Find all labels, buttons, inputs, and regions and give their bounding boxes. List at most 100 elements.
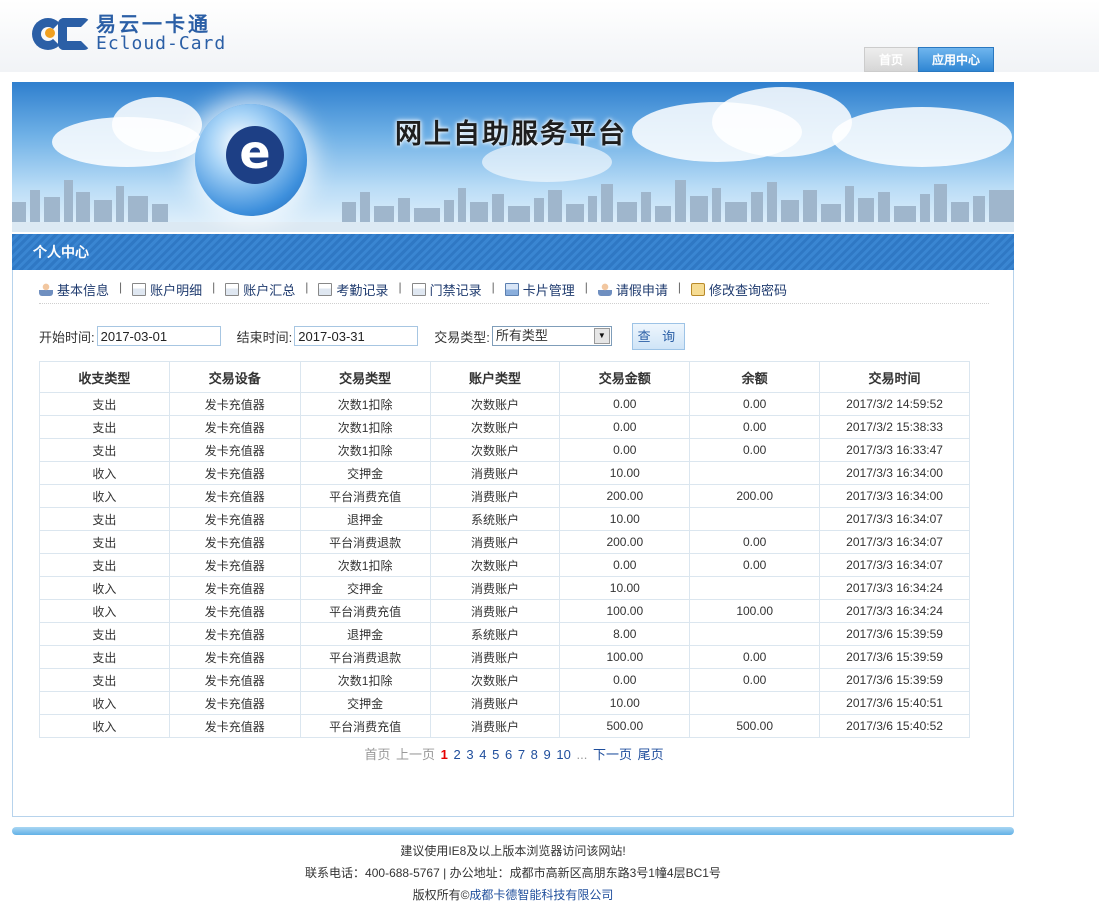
table-cell: 发卡充值器 [168,714,301,738]
table-cell: 退押金 [299,507,431,531]
menu-separator: | [491,280,495,294]
menu-leave-request[interactable]: 请假申请 [597,280,668,299]
table-cell [689,622,821,646]
table-cell: 收入 [39,691,170,715]
table-header-row: 收支类型 交易设备 交易类型 账户类型 交易金额 余额 交易时间 [39,361,970,393]
table-cell: 10.00 [559,461,691,485]
query-button[interactable]: 查 询 [631,322,685,350]
table-cell: 平台消费充值 [299,714,431,738]
pager-prev: 上一页 [396,747,436,762]
document-icon [132,283,147,296]
end-date-label: 结束时间: [236,329,293,345]
column-header: 交易类型 [299,361,431,393]
menu-label: 卡片管理 [522,283,575,298]
pager-last[interactable]: 尾页 [638,747,664,762]
transaction-type-value: 所有类型 [495,328,548,343]
pager-page[interactable]: 5 [492,747,499,762]
pager-page[interactable]: 8 [531,747,538,762]
column-header: 交易金额 [559,361,691,393]
menu-separator: | [584,280,588,294]
table-cell: 发卡充值器 [168,530,301,554]
table-cell: 2017/3/3 16:34:24 [819,599,970,623]
table-cell: 0.00 [689,415,821,439]
pager-page[interactable]: 6 [505,747,512,762]
table-cell: 0.00 [689,438,821,462]
table-row: 支出 发卡充值器 退押金 系统账户 8.00 2017/3/6 15:39:59 [39,622,970,646]
copyright: 版权所有©成都卡德智能科技有限公司 [12,884,1014,906]
table-cell: 100.00 [559,599,691,623]
pager-page[interactable]: 2 [454,747,461,762]
banner: e 网上自助服务平台 [12,82,1014,232]
user-icon [39,283,53,296]
nav-home-tab[interactable]: 首页 [864,47,918,72]
table-cell: 500.00 [559,714,691,738]
table-cell: 次数账户 [429,392,561,416]
table-cell: 发卡充值器 [168,392,301,416]
table-cell: 发卡充值器 [168,599,301,623]
table-cell: 消费账户 [429,576,561,600]
menu-account-detail[interactable]: 账户明细 [132,280,202,299]
table-cell: 支出 [39,415,170,439]
table-cell: 交押金 [299,576,431,600]
table-cell: 2017/3/6 15:40:52 [819,714,970,738]
menu-account-summary[interactable]: 账户汇总 [225,280,295,299]
table-cell [689,691,821,715]
table-cell: 100.00 [689,599,821,623]
menu-change-password[interactable]: 修改查询密码 [690,280,787,299]
table-cell: 发卡充值器 [168,691,301,715]
table-cell: 0.00 [559,392,691,416]
pager-page[interactable]: 7 [518,747,525,762]
end-date-input[interactable] [294,326,419,346]
start-date-input[interactable] [96,326,221,346]
table-cell: 发卡充值器 [168,461,301,485]
table-cell: 500.00 [689,714,821,738]
table-cell: 200.00 [689,484,821,508]
table-cell: 消费账户 [429,714,561,738]
pager-first: 首页 [364,747,391,762]
menu-basic-info[interactable]: 基本信息 [39,280,109,299]
table-cell: 支出 [39,530,170,554]
table-cell: 0.00 [559,553,691,577]
key-icon [690,283,705,296]
table-cell: 0.00 [559,438,691,462]
table-cell: 次数1扣除 [299,392,431,416]
table-cell: 2017/3/3 16:34:07 [819,553,970,577]
menu-separator: | [212,280,216,294]
menu-label: 账户汇总 [243,283,296,298]
table-cell: 100.00 [559,645,691,669]
table-cell: 0.00 [559,668,691,692]
dropdown-arrow-icon[interactable]: ▼ [593,328,610,344]
company-link[interactable]: 成都卡德智能科技有限公司 [469,888,613,902]
table-cell: 0.00 [559,415,691,439]
footer-divider [12,827,1014,835]
table-cell: 2017/3/6 15:40:51 [819,691,970,715]
menu-access-record[interactable]: 门禁记录 [411,280,482,299]
top-header: 易云一卡通 Ecloud-Card 首页 应用中心 [0,0,1099,72]
pager-page[interactable]: 3 [466,747,473,762]
pager-page[interactable]: 4 [479,747,486,762]
table-cell: 交押金 [299,691,431,715]
table-cell: 支出 [39,392,170,416]
pager-page[interactable]: 10 [556,747,570,762]
table-row: 支出 发卡充值器 次数1扣除 次数账户 0.00 0.00 2017/3/2 15:38:3… [39,415,970,439]
start-date-label: 开始时间: [39,329,95,345]
table-cell: 收入 [39,484,170,508]
menu-card-management[interactable]: 卡片管理 [504,280,575,299]
table-cell: 平台消费充值 [299,599,431,623]
pager-page[interactable]: 9 [544,747,551,762]
table-cell: 2017/3/3 16:34:07 [819,530,970,554]
nav-app-center-tab[interactable]: 应用中心 [918,47,994,72]
table-cell: 消费账户 [429,484,561,508]
table-row: 支出 发卡充值器 平台消费退款 消费账户 100.00 0.00 2017/3/6 15:3… [39,645,970,669]
copyright-prefix: 版权所有© [412,888,470,902]
menu-attendance-record[interactable]: 考勤记录 [318,280,388,299]
table-cell: 消费账户 [429,645,561,669]
table-cell: 消费账户 [429,461,561,485]
e-logo-icon: e [226,126,284,184]
transaction-type-select[interactable]: 所有类型 ▼ [491,326,612,346]
table-cell: 收入 [39,599,170,623]
table-cell: 10.00 [559,576,691,600]
table-cell: 8.00 [559,622,691,646]
pager-next[interactable]: 下一页 [593,747,632,762]
logo[interactable]: 易云一卡通 Ecloud-Card [32,14,226,54]
